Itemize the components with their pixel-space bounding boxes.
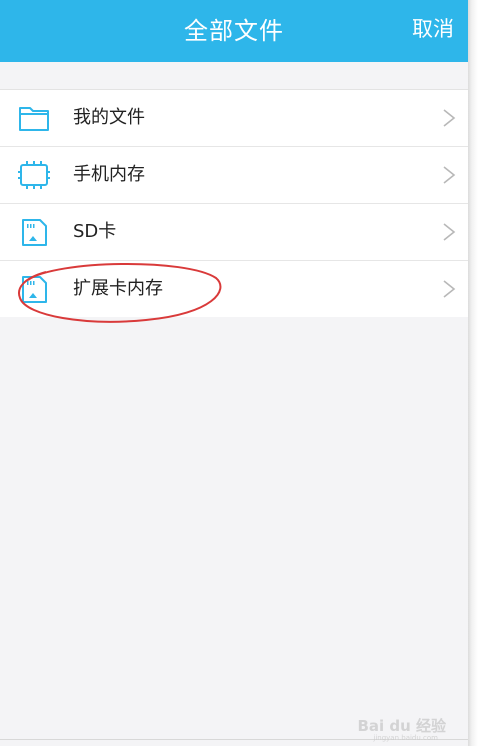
watermark-url: jingyan.baidu.com bbox=[373, 734, 438, 742]
list-item-label: 扩展卡内存 bbox=[73, 278, 163, 299]
list-item-label: 手机内存 bbox=[73, 164, 145, 185]
list-item-extended-card-memory[interactable]: 扩展卡内存 bbox=[0, 261, 468, 317]
chevron-right-icon bbox=[442, 222, 456, 242]
page-title: 全部文件 bbox=[184, 17, 284, 45]
watermark-logo: Bai du 经验 bbox=[357, 717, 446, 735]
chevron-right-icon bbox=[442, 165, 456, 185]
phone-memory-icon bbox=[18, 159, 50, 191]
sd-card-icon bbox=[18, 273, 50, 305]
list-item-sd-card[interactable]: SD卡 bbox=[0, 204, 468, 261]
screen-edge bbox=[468, 0, 478, 746]
chevron-right-icon bbox=[442, 108, 456, 128]
sd-card-icon bbox=[18, 216, 50, 248]
list-item-label: SD卡 bbox=[73, 221, 117, 242]
storage-list: 我的文件 手机内存 SD卡 扩展卡内存 bbox=[0, 89, 468, 317]
chevron-right-icon bbox=[442, 279, 456, 299]
title-bar: 全部文件 取消 bbox=[0, 0, 468, 62]
cancel-button[interactable]: 取消 bbox=[412, 0, 454, 62]
list-item-my-files[interactable]: 我的文件 bbox=[0, 90, 468, 147]
folder-icon bbox=[18, 102, 50, 134]
list-item-phone-memory[interactable]: 手机内存 bbox=[0, 147, 468, 204]
list-item-label: 我的文件 bbox=[73, 107, 145, 128]
file-browser-screen: 全部文件 取消 我的文件 手机内存 SD卡 扩展卡内存 Bai du 经验 ji… bbox=[0, 0, 468, 746]
